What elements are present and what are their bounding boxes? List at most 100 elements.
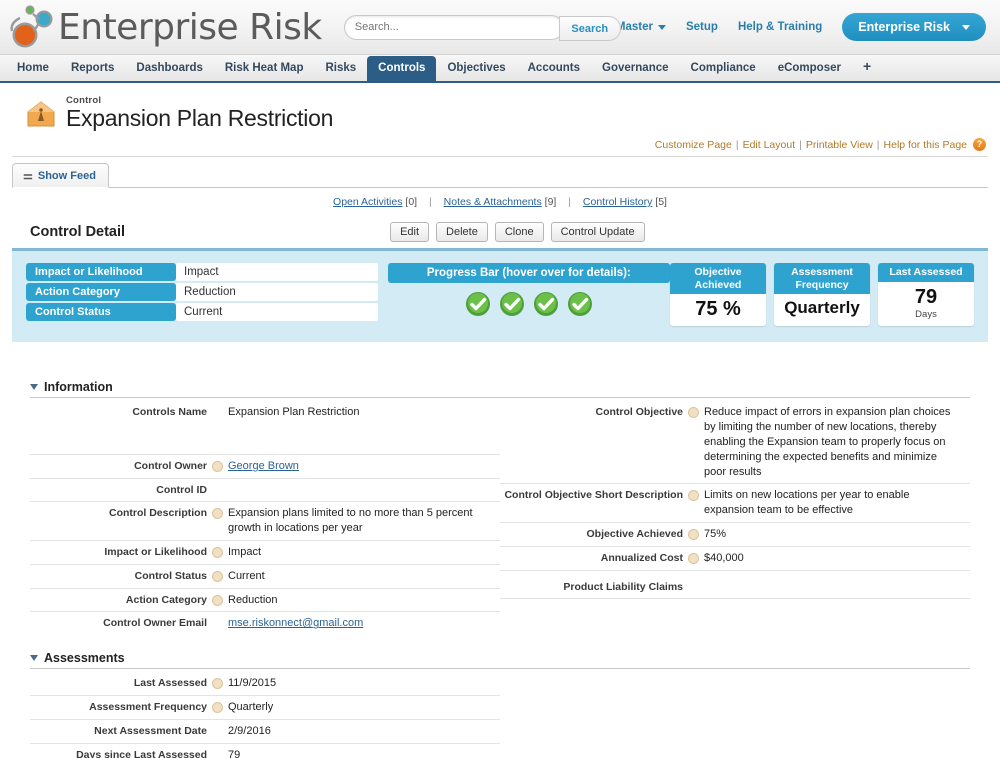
tab-home[interactable]: Home bbox=[6, 56, 60, 81]
field-help-icon[interactable] bbox=[212, 678, 223, 690]
section-title-assessments: Assessments bbox=[44, 651, 125, 666]
section-header-information: Information bbox=[30, 380, 970, 399]
notes-attachments-link[interactable]: Notes & Attachments bbox=[444, 196, 542, 208]
check-circle-icon[interactable] bbox=[465, 291, 491, 317]
summary-key-values: Impact or Likelihood Impact Action Categ… bbox=[26, 263, 378, 323]
delete-button[interactable]: Delete bbox=[436, 222, 488, 242]
field-label: Product Liability Claims bbox=[563, 580, 683, 593]
field-help-icon[interactable] bbox=[212, 508, 223, 520]
control-owner-email-link[interactable]: mse.riskonnect@gmail.com bbox=[228, 617, 363, 629]
control-owner-link[interactable]: George Brown bbox=[228, 460, 299, 472]
summary-stats: Objective Achieved 75 % Assessment Frequ… bbox=[670, 263, 974, 327]
last-assessed-stat: Last Assessed 79 Days bbox=[878, 263, 974, 327]
feed-toolbar-filler bbox=[108, 187, 988, 188]
tab-risks[interactable]: Risks bbox=[314, 56, 367, 81]
field-control-description: Control Description Expansion plans limi… bbox=[30, 502, 500, 541]
field-help-icon[interactable] bbox=[688, 490, 699, 502]
help-for-this-page-link[interactable]: Help for this Page bbox=[884, 139, 967, 151]
clone-button[interactable]: Clone bbox=[494, 222, 544, 242]
tab-ecomposer[interactable]: eComposer bbox=[767, 56, 852, 81]
field-help-icon[interactable] bbox=[212, 702, 223, 714]
tab-governance[interactable]: Governance bbox=[591, 56, 679, 81]
chevron-down-icon bbox=[962, 24, 970, 30]
check-circle-icon[interactable] bbox=[499, 291, 525, 317]
app-switcher[interactable]: Enterprise Risk bbox=[842, 13, 986, 41]
search-input[interactable] bbox=[344, 15, 563, 39]
information-right-column: Control Objective Reduce impact of error… bbox=[500, 401, 970, 635]
check-circle-icon[interactable] bbox=[567, 291, 593, 317]
printable-view-link[interactable]: Printable View bbox=[806, 139, 873, 151]
brand-logo[interactable]: Enterprise Risk bbox=[0, 5, 322, 49]
summary-row: Impact or Likelihood Impact bbox=[26, 263, 378, 281]
field-days-since-last-assessed: Days since Last Assessed 79 bbox=[30, 744, 500, 758]
tab-more-button[interactable]: + bbox=[852, 54, 882, 81]
detail-section-header: Control Detail Edit Delete Clone Control… bbox=[12, 222, 988, 248]
search-button[interactable]: Search bbox=[558, 15, 621, 41]
field-help-icon[interactable] bbox=[688, 529, 699, 541]
field-help-icon[interactable] bbox=[688, 407, 699, 419]
field-annualized-cost: Annualized Cost $40,000 bbox=[500, 547, 970, 571]
section-title-information: Information bbox=[44, 380, 113, 395]
edit-layout-link[interactable]: Edit Layout bbox=[743, 139, 796, 151]
global-search[interactable]: Search bbox=[343, 14, 621, 41]
field-label: Control Objective Short Description bbox=[504, 489, 683, 502]
tab-dashboards[interactable]: Dashboards bbox=[125, 56, 213, 81]
field-label: Control Status bbox=[134, 569, 207, 582]
field-help-icon bbox=[212, 750, 223, 758]
field-help-icon bbox=[688, 583, 699, 594]
field-value bbox=[228, 483, 236, 497]
objective-achieved-stat-value: 75 % bbox=[695, 298, 741, 321]
section-header-assessments: Assessments bbox=[30, 651, 970, 670]
open-activities-link[interactable]: Open Activities bbox=[333, 196, 402, 208]
field-label: Control Owner bbox=[134, 460, 207, 473]
detail-button-group: Edit Delete Clone Control Update bbox=[390, 222, 645, 242]
detail-sections: Information Controls Name Expansion Plan… bbox=[12, 380, 988, 758]
help-training-link[interactable]: Help & Training bbox=[738, 21, 822, 33]
field-impact-or-likelihood: Impact or Likelihood Impact bbox=[30, 541, 500, 565]
field-control-owner-email: Control Owner Email mse.riskonnect@gmail… bbox=[30, 612, 500, 635]
tab-objectives[interactable]: Objectives bbox=[436, 56, 516, 81]
tab-risk-heat-map[interactable]: Risk Heat Map bbox=[214, 56, 315, 81]
open-activities-count: [0] bbox=[405, 196, 418, 208]
summary-panel: Impact or Likelihood Impact Action Categ… bbox=[12, 248, 988, 343]
progress-bar-header: Progress Bar (hover over for details): bbox=[387, 263, 670, 283]
notes-attachments-count: [9] bbox=[544, 196, 557, 208]
edit-button[interactable]: Edit bbox=[390, 222, 430, 242]
impact-likelihood-value: Impact bbox=[176, 263, 378, 281]
tab-reports[interactable]: Reports bbox=[60, 56, 125, 81]
field-help-icon[interactable] bbox=[688, 552, 699, 564]
check-circle-icon[interactable] bbox=[533, 291, 559, 317]
setup-link[interactable]: Setup bbox=[686, 21, 718, 33]
show-feed-button[interactable]: ⚌ Show Feed bbox=[12, 163, 109, 188]
field-label: Control Owner Email bbox=[103, 617, 207, 630]
tab-controls[interactable]: Controls bbox=[367, 56, 437, 81]
tab-accounts[interactable]: Accounts bbox=[517, 56, 591, 81]
information-grid: Controls Name Expansion Plan Restriction… bbox=[30, 401, 970, 635]
collapse-triangle-icon[interactable] bbox=[30, 655, 38, 662]
control-update-button[interactable]: Control Update bbox=[550, 222, 645, 242]
divider: | bbox=[735, 138, 739, 151]
help-icon[interactable]: ? bbox=[973, 138, 986, 151]
field-value: Expansion Plan Restriction bbox=[228, 406, 360, 419]
tab-compliance[interactable]: Compliance bbox=[680, 56, 767, 81]
field-label: Control ID bbox=[156, 484, 207, 497]
record-page: Control Expansion Plan Restriction Custo… bbox=[0, 83, 1000, 758]
divider: | bbox=[876, 138, 880, 151]
field-help-icon[interactable] bbox=[212, 594, 223, 606]
field-help-icon[interactable] bbox=[212, 546, 223, 558]
main-tab-bar: Home Reports Dashboards Risk Heat Map Ri… bbox=[0, 55, 1000, 83]
action-category-value: Reduction bbox=[176, 283, 378, 301]
field-help-icon[interactable] bbox=[212, 461, 223, 473]
control-status-key: Control Status bbox=[26, 303, 176, 321]
field-control-objective-short-description: Control Objective Short Description Limi… bbox=[500, 484, 970, 524]
field-control-owner: Control Owner George Brown bbox=[30, 455, 500, 480]
control-history-link[interactable]: Control History bbox=[583, 196, 652, 208]
molecule-logo-icon bbox=[10, 5, 53, 48]
customize-page-link[interactable]: Customize Page bbox=[655, 139, 732, 151]
collapse-triangle-icon[interactable] bbox=[30, 384, 38, 391]
app-header: Enterprise Risk Search GRC Master Setup … bbox=[0, 0, 1000, 55]
field-label: Control Objective bbox=[595, 406, 683, 419]
field-help-icon bbox=[212, 726, 223, 737]
field-help-icon[interactable] bbox=[212, 570, 223, 582]
field-control-id: Control ID bbox=[30, 479, 500, 503]
